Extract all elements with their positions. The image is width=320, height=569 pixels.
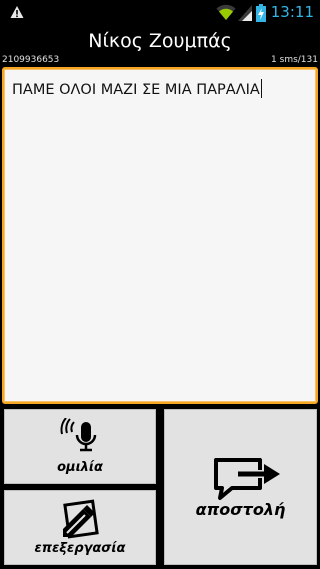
wifi-icon [216, 4, 236, 20]
send-button-label: αποστολή [195, 500, 286, 519]
send-button[interactable]: αποστολή [164, 409, 317, 565]
message-input[interactable]: ΠΑΜΕ ΟΛΟΙ ΜΑΖΙ ΣΕ ΜΙΑ ΠΑΡΑΛΙΑ [2, 67, 318, 404]
recipient-info-row: 2109936653 1 sms/131 [0, 54, 320, 66]
contact-name-title: Νίκος Ζουμπάς [88, 30, 232, 52]
sms-compose-screen: 13:11 Νίκος Ζουμπάς 2109936653 1 sms/131… [0, 0, 320, 569]
status-clock: 13:11 [270, 3, 314, 21]
microphone-icon [60, 418, 97, 452]
edit-pencil-icon [63, 499, 99, 539]
speech-button-label: ομιλία [57, 460, 103, 475]
battery-charging-icon [256, 4, 266, 22]
edit-button[interactable]: επεξεργασία [4, 490, 156, 565]
warning-icon [10, 6, 24, 18]
status-bar: 13:11 [0, 0, 320, 25]
message-text-value: ΠΑΜΕ ΟΛΟΙ ΜΑΖΙ ΣΕ ΜΙΑ ΠΑΡΑΛΙΑ [12, 82, 260, 98]
text-cursor [260, 79, 262, 98]
message-text[interactable]: ΠΑΜΕ ΟΛΟΙ ΜΑΖΙ ΣΕ ΜΙΑ ΠΑΡΑΛΙΑ [12, 79, 262, 99]
edit-button-label: επεξεργασία [34, 541, 126, 556]
send-message-icon [214, 458, 280, 500]
phone-number: 2109936653 [2, 55, 60, 65]
signal-icon [238, 5, 252, 21]
sms-counter: 1 sms/131 [271, 55, 318, 65]
speech-button[interactable]: ομιλία [4, 409, 156, 484]
